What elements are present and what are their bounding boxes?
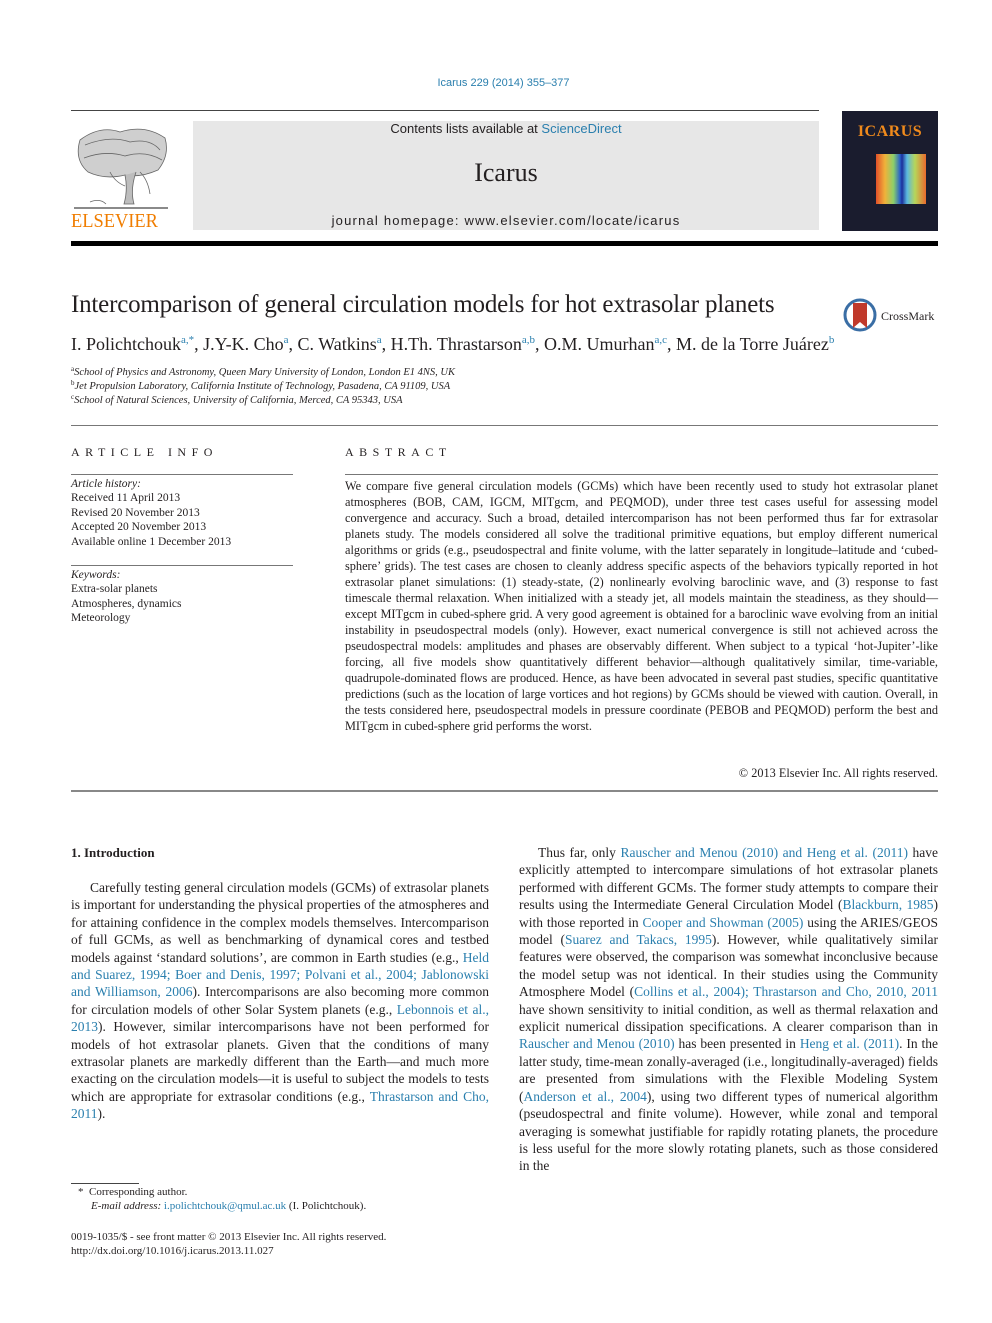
- citation-link[interactable]: Held and Suarez, 1994; Boer and Denis, 1…: [71, 950, 489, 1000]
- keywords-label: Keywords:: [71, 569, 121, 581]
- body-column-right: Thus far, only Rauscher and Menou (2010)…: [519, 844, 938, 1175]
- journal-citation-link[interactable]: Icarus 229 (2014) 355–377: [0, 77, 992, 89]
- section-heading-introduction: 1. Introduction: [71, 845, 155, 860]
- citation-link[interactable]: Thrastarson and Cho, 2011: [71, 1089, 489, 1121]
- citation-link[interactable]: Rauscher and Menou (2010) and Heng et al…: [620, 845, 907, 860]
- body-column-left: Carefully testing general circulation mo…: [71, 879, 489, 1123]
- author[interactable]: I. Polichtchouka,*: [71, 334, 194, 354]
- author-list: I. Polichtchouka,*, J.Y-K. Choa, C. Watk…: [71, 334, 835, 354]
- keyword: Atmospheres, dynamics: [71, 597, 182, 610]
- author[interactable]: M. de la Torre Juárezb: [676, 334, 834, 354]
- citation-link[interactable]: Lebonnois et al., 2013: [71, 1002, 489, 1034]
- front-matter: 0019-1035/$ - see front matter © 2013 El…: [71, 1231, 387, 1243]
- history-label: Article history:: [71, 478, 141, 490]
- citation-link[interactable]: Anderson et al., 2004: [524, 1089, 647, 1104]
- email-link[interactable]: i.polichtchouk@qmul.ac.uk: [164, 1200, 286, 1212]
- elsevier-wordmark: ELSEVIER: [71, 210, 158, 232]
- history-accepted: Accepted 20 November 2013: [71, 521, 207, 534]
- author[interactable]: H.Th. Thrastarsona,b: [391, 334, 535, 354]
- keyword: Meteorology: [71, 612, 131, 625]
- footnote-rule: [71, 1183, 139, 1184]
- journal-homepage-link[interactable]: journal homepage: www.elsevier.com/locat…: [193, 213, 819, 228]
- header-thick-rule: [71, 241, 938, 246]
- author[interactable]: C. Watkinsa: [298, 334, 382, 354]
- keyword: Extra-solar planets: [71, 583, 158, 596]
- sciencedirect-link[interactable]: ScienceDirect: [541, 121, 621, 136]
- affiliation: cSchool of Natural Sciences, University …: [71, 393, 403, 407]
- contents-availability: Contents lists available at ScienceDirec…: [193, 121, 819, 136]
- doi-link[interactable]: http://dx.doi.org/10.1016/j.icarus.2013.…: [71, 1245, 274, 1257]
- crossmark-icon: [843, 298, 877, 332]
- abstract-copyright: © 2013 Elsevier Inc. All rights reserved…: [738, 766, 938, 780]
- citation-link[interactable]: Heng et al. (2011): [800, 1036, 899, 1051]
- divider: [71, 474, 293, 475]
- article-info-heading: ARTICLE INFO: [71, 445, 218, 459]
- abstract-text: We compare five general circulation mode…: [345, 479, 938, 733]
- citation-link[interactable]: Collins et al., 2004); Thrastarson and C…: [634, 984, 938, 999]
- paragraph: Carefully testing general circulation mo…: [71, 880, 489, 1122]
- history-revised: Revised 20 November 2013: [71, 506, 200, 519]
- citation-link[interactable]: Suarez and Takacs, 1995: [565, 932, 712, 947]
- header-rule: [71, 110, 819, 111]
- crossmark-button[interactable]: CrossMark: [843, 298, 938, 334]
- paragraph: Thus far, only Rauscher and Menou (2010)…: [519, 845, 939, 1174]
- footnote-email: E-mail address: i.polichtchouk@qmul.ac.u…: [91, 1200, 367, 1212]
- citation-link[interactable]: Cooper and Showman (2005): [642, 915, 803, 930]
- keywords: Keywords: Extra-solar planets Atmosphere…: [71, 568, 182, 626]
- divider: [71, 425, 938, 426]
- divider: [71, 565, 293, 566]
- author[interactable]: J.Y-K. Choa: [203, 334, 288, 354]
- contents-prefix: Contents lists available at: [390, 121, 542, 136]
- divider: [345, 474, 938, 475]
- footnote-corresponding: * Corresponding author.: [78, 1186, 188, 1198]
- affiliation: bJet Propulsion Laboratory, California I…: [71, 379, 451, 393]
- history-online: Available online 1 December 2013: [71, 535, 232, 548]
- history-received: Received 11 April 2013: [71, 492, 181, 505]
- author[interactable]: O.M. Umurhana,c: [544, 334, 667, 354]
- citation-link[interactable]: Blackburn, 1985: [842, 897, 933, 912]
- journal-name: Icarus: [474, 158, 538, 187]
- crossmark-label: CrossMark: [881, 309, 935, 323]
- cover-title: ICARUS: [857, 123, 923, 140]
- divider: [71, 790, 938, 792]
- article-title: Intercomparison of general circulation m…: [71, 291, 775, 318]
- citation-link[interactable]: Rauscher and Menou (2010): [519, 1036, 675, 1051]
- journal-cover-image[interactable]: ICARUS: [842, 111, 938, 231]
- article-history: Article history: Received 11 April 2013 …: [71, 477, 231, 549]
- cover-figure: [876, 154, 926, 204]
- affiliation: aSchool of Physics and Astronomy, Queen …: [71, 365, 456, 379]
- abstract-heading: ABSTRACT: [345, 445, 452, 459]
